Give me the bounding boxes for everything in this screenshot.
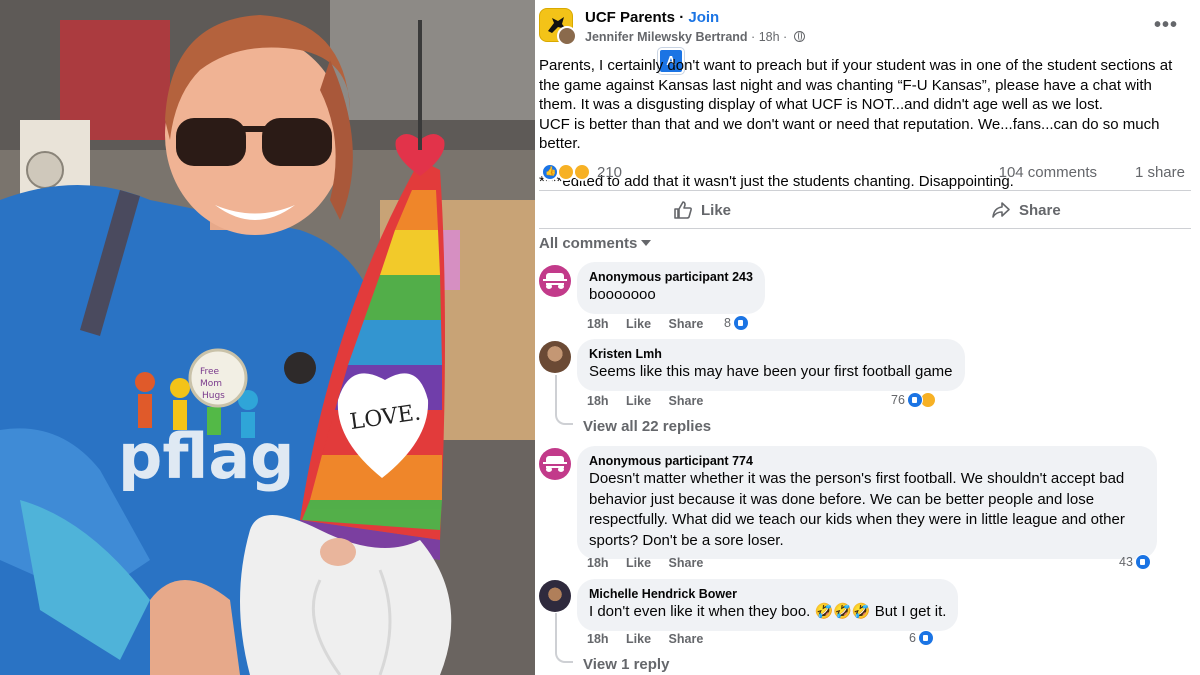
join-link[interactable]: Join xyxy=(688,9,719,26)
comment-share-button[interactable]: Share xyxy=(669,632,704,646)
comment-share-button[interactable]: Share xyxy=(669,556,704,570)
comment-reactions[interactable]: 6 xyxy=(909,630,934,646)
reaction-icons[interactable] xyxy=(541,163,592,182)
comment-reaction-count: 6 xyxy=(909,631,916,645)
dot-separator: · xyxy=(751,30,759,44)
post-time[interactable]: 18h xyxy=(759,30,780,44)
thread-connector xyxy=(555,413,573,425)
comment-reactions[interactable]: 76 xyxy=(891,392,936,408)
post-body-paragraph: Parents, I certainly don't want to preac… xyxy=(539,57,1173,113)
comments-count[interactable]: 104 comments xyxy=(999,164,1097,181)
shares-count[interactable]: 1 share xyxy=(1135,164,1185,181)
comment-time[interactable]: 18h xyxy=(587,632,609,646)
comment-text: Seems like this may have been your first… xyxy=(589,363,953,380)
author-avatar[interactable] xyxy=(557,26,577,46)
post-header: UCF Parents · Join Jennifer Milewsky Ber… xyxy=(535,0,1200,52)
commenter-avatar[interactable] xyxy=(539,580,571,612)
comment-author[interactable]: Anonymous participant 774 xyxy=(589,453,1145,469)
comments-filter-dropdown[interactable]: All comments xyxy=(539,235,652,252)
reactions-bar: 210 104 comments 1 share xyxy=(539,163,1191,183)
post-body-paragraph-2: UCF is better than that and we don't wan… xyxy=(539,115,1160,153)
group-name[interactable]: UCF Parents xyxy=(585,9,675,26)
sad-reaction-icon xyxy=(573,163,592,182)
comment-author[interactable]: Kristen Lmh xyxy=(589,346,953,362)
group-name-line: UCF Parents · Join xyxy=(585,9,719,26)
share-button[interactable]: Share xyxy=(991,198,1061,222)
comment-author[interactable]: Michelle Hendrick Bower xyxy=(589,586,946,602)
action-bar: Like Share xyxy=(539,194,1191,224)
svg-text:Free: Free xyxy=(200,367,220,377)
comment-reaction-count: 43 xyxy=(1119,555,1133,569)
like-reaction-icon xyxy=(732,315,749,331)
anonymous-avatar[interactable] xyxy=(539,265,571,297)
like-reaction-icon xyxy=(906,392,923,408)
thread-line xyxy=(555,375,557,413)
comment-meta: 18h Like Share xyxy=(587,394,717,408)
commenter-avatar[interactable] xyxy=(539,341,571,373)
comment-like-button[interactable]: Like xyxy=(626,632,651,646)
reaction-count[interactable]: 210 xyxy=(597,164,622,181)
comments-filter-label: All comments xyxy=(539,235,638,252)
photo-illustration: pflag Free Mom Hugs LOVE. xyxy=(0,0,535,675)
comment-like-button[interactable]: Like xyxy=(626,556,651,570)
svg-text:Hugs: Hugs xyxy=(202,391,225,401)
facebook-post: UCF Parents · Join Jennifer Milewsky Ber… xyxy=(535,0,1200,675)
comment-time[interactable]: 18h xyxy=(587,394,609,408)
chevron-down-icon xyxy=(641,240,652,246)
comment-bubble: Kristen Lmh Seems like this may have bee… xyxy=(577,339,965,391)
comment-time[interactable]: 18h xyxy=(587,556,609,570)
anonymous-avatar[interactable] xyxy=(539,448,571,480)
comment-share-button[interactable]: Share xyxy=(669,317,704,331)
comment-bubble: Anonymous participant 774 Doesn't matter… xyxy=(577,446,1157,559)
author-line: Jennifer Milewsky Bertrand · 18h · xyxy=(585,30,805,44)
dot-separator: · xyxy=(783,30,791,44)
comment-like-button[interactable]: Like xyxy=(626,394,651,408)
comment-meta: 18h Like Share xyxy=(587,632,717,646)
more-options-icon[interactable]: ••• xyxy=(1154,14,1178,37)
like-label: Like xyxy=(701,201,732,219)
comment-time[interactable]: 18h xyxy=(587,317,609,331)
svg-text:Mom: Mom xyxy=(200,379,222,389)
like-reaction-icon xyxy=(917,630,934,646)
comment-reactions[interactable]: 43 xyxy=(1119,554,1151,570)
comment-bubble: Anonymous participant 243 booooooo xyxy=(577,262,765,314)
thread-line xyxy=(555,613,557,651)
comment-like-button[interactable]: Like xyxy=(626,317,651,331)
like-reaction-icon xyxy=(1134,554,1151,570)
comment-reactions[interactable]: 8 xyxy=(724,315,749,331)
thumbs-up-icon xyxy=(674,201,692,219)
view-replies-link[interactable]: View all 22 replies xyxy=(583,418,711,435)
divider xyxy=(539,228,1191,229)
view-replies-link[interactable]: View 1 reply xyxy=(583,656,669,673)
divider xyxy=(539,190,1191,191)
comment-text: I don't even like it when they boo. 🤣🤣🤣 … xyxy=(589,603,947,620)
comment-meta: 18h Like Share xyxy=(587,317,717,331)
globe-icon xyxy=(793,31,805,42)
comment-bubble: Michelle Hendrick Bower I don't even lik… xyxy=(577,579,959,631)
comment-reaction-count: 76 xyxy=(891,393,905,407)
comment-author[interactable]: Anonymous participant 243 xyxy=(589,269,753,285)
like-button[interactable]: Like xyxy=(673,198,731,222)
share-arrow-icon xyxy=(992,202,1010,218)
dot-separator: · xyxy=(679,9,689,26)
comment-text: Doesn't matter whether it was the person… xyxy=(589,470,1125,549)
comment-reaction-count: 8 xyxy=(724,316,731,330)
post-photo[interactable]: pflag Free Mom Hugs LOVE. xyxy=(0,0,535,675)
shirt-logo-text: pflag xyxy=(118,420,295,493)
author-name[interactable]: Jennifer Milewsky Bertrand xyxy=(585,30,748,44)
comment-meta: 18h Like Share xyxy=(587,556,717,570)
comment-share-button[interactable]: Share xyxy=(669,394,704,408)
share-label: Share xyxy=(1019,201,1061,219)
thread-connector xyxy=(555,651,573,663)
comment-text: booooooo xyxy=(589,286,656,303)
